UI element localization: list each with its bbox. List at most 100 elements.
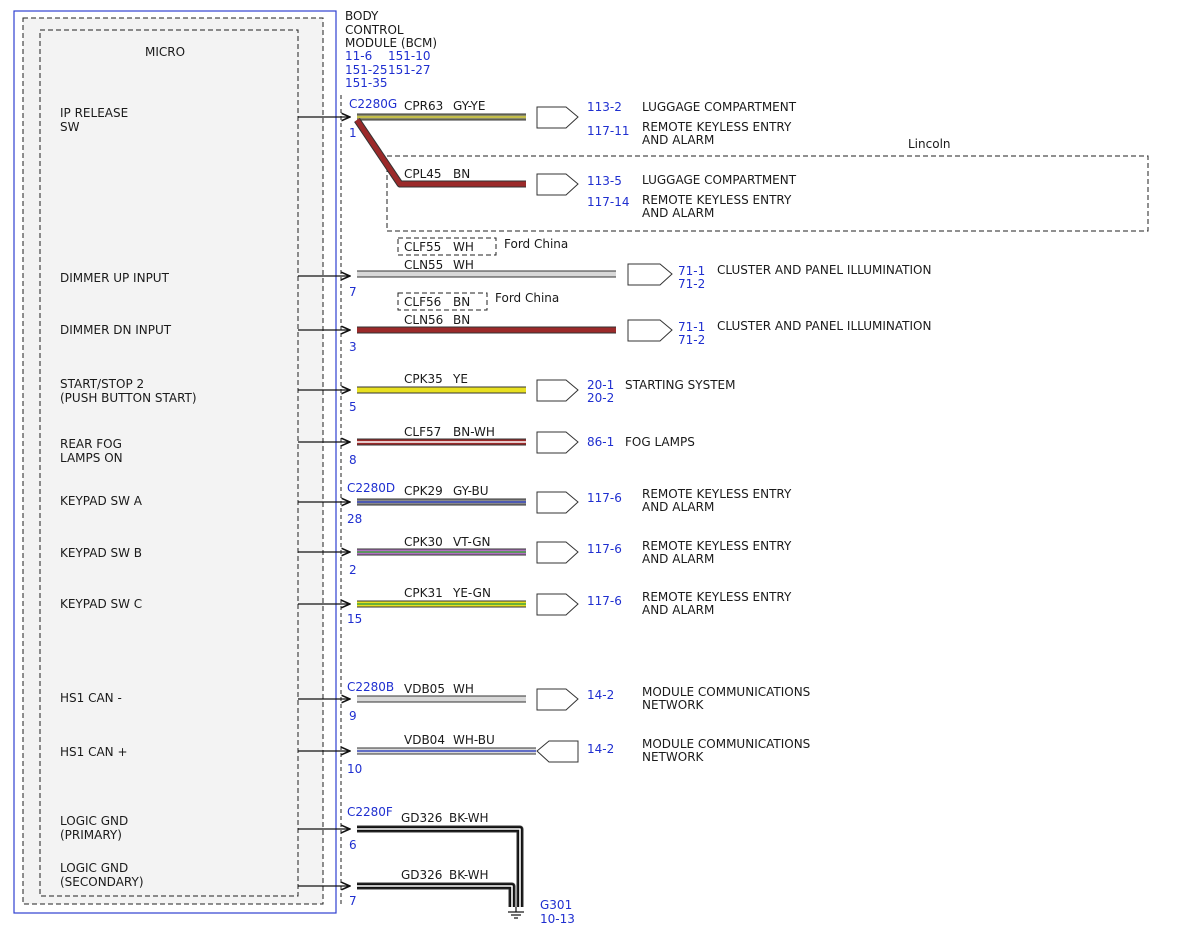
input-label: LAMPS ON [60, 451, 123, 465]
pin-number: 8 [349, 453, 357, 467]
destination-ref[interactable]: 117-11 [587, 124, 630, 138]
input-label: HS1 CAN + [60, 745, 128, 759]
input-label: LOGIC GND [60, 814, 128, 828]
input-label: (SECONDARY) [60, 875, 144, 889]
destination-label: AND ALARM [642, 133, 714, 147]
pin-number: 9 [349, 709, 357, 723]
module-title-line-1: BODY [345, 9, 379, 23]
destination-ref[interactable]: 71-2 [678, 277, 705, 291]
destination-ref[interactable]: 71-1 [678, 320, 705, 334]
module-ref[interactable]: 151-27 [388, 63, 431, 77]
destination-label: CLUSTER AND PANEL ILLUMINATION [717, 319, 931, 333]
destination-label: LUGGAGE COMPARTMENT [642, 173, 797, 187]
out-arrow-shape [627, 263, 673, 286]
circuit-id: CLN56 [404, 313, 443, 327]
module-ref[interactable]: 151-35 [345, 76, 388, 90]
destination-ref[interactable]: 117-14 [587, 195, 630, 209]
input-label: DIMMER DN INPUT [60, 323, 172, 337]
destination-label: MODULE COMMUNICATIONS [642, 685, 810, 699]
destination-label: NETWORK [642, 698, 705, 712]
circuit-color: BK-WH [449, 811, 489, 825]
circuit-color: YE [452, 372, 468, 386]
circuit-id: CPK31 [404, 586, 443, 600]
variant-note: Lincoln [908, 137, 951, 151]
circuit-id: VDB04 [404, 733, 445, 747]
out-arrow-shape [536, 431, 579, 454]
circuit-id: CPL45 [404, 167, 442, 181]
circuit-color: BK-WH [449, 868, 489, 882]
circuit-color: BN [453, 167, 470, 181]
input-label: SW [60, 120, 80, 134]
destination-label: AND ALARM [642, 500, 714, 514]
pin-number: 28 [347, 512, 362, 526]
destination-ref[interactable]: 117-6 [587, 491, 622, 505]
alternate-circuit-id: CLF56 [404, 295, 441, 309]
connector-label[interactable]: C2280B [347, 680, 394, 694]
input-label: START/STOP 2 [60, 377, 144, 391]
circuit-id: CPR63 [404, 99, 443, 113]
module-title-line-3: MODULE (BCM) [345, 36, 437, 50]
destination-ref[interactable]: 113-2 [587, 100, 622, 114]
alternate-note: Ford China [504, 237, 568, 251]
destination-label: CLUSTER AND PANEL ILLUMINATION [717, 263, 931, 277]
destination-ref[interactable]: 117-6 [587, 542, 622, 556]
input-label: LOGIC GND [60, 861, 128, 875]
in-arrow-shape [536, 740, 579, 763]
pin-number: 7 [349, 894, 357, 908]
destination-ref[interactable]: 71-2 [678, 333, 705, 347]
destination-ref[interactable]: 20-2 [587, 391, 614, 405]
destination-ref[interactable]: 14-2 [587, 742, 614, 756]
destination-label: AND ALARM [642, 603, 714, 617]
out-arrow-shape [536, 379, 579, 402]
input-label: (PRIMARY) [60, 828, 122, 842]
circuit-color: BN-WH [453, 425, 495, 439]
connector-label[interactable]: C2280F [347, 805, 393, 819]
connector-label[interactable]: C2280G [349, 97, 397, 111]
out-arrow-shape [627, 319, 673, 342]
circuit-color: WH [453, 682, 474, 696]
module-ref[interactable]: 11-6 [345, 49, 372, 63]
micro-label: MICRO [145, 45, 185, 59]
alternate-circuit-color: BN [453, 295, 470, 309]
alternate-circuit-id: CLF55 [404, 240, 441, 254]
ground-icon [508, 907, 524, 919]
out-arrow-shape [536, 491, 579, 514]
input-label: IP RELEASE [60, 106, 128, 120]
out-arrow-shape [536, 173, 579, 196]
module-ref[interactable]: 151-10 [388, 49, 431, 63]
circuit-color: VT-GN [453, 535, 490, 549]
out-arrow-shape [536, 106, 579, 129]
connector-label[interactable]: C2280D [347, 481, 395, 495]
pin-number: 3 [349, 340, 357, 354]
destination-ref[interactable]: 71-1 [678, 264, 705, 278]
input-label: (PUSH BUTTON START) [60, 391, 197, 405]
circuit-id: CLN55 [404, 258, 443, 272]
destination-label: AND ALARM [642, 206, 714, 220]
destination-ref[interactable]: 86-1 [587, 435, 614, 449]
destination-ref[interactable]: 113-5 [587, 174, 622, 188]
pin-number: 5 [349, 400, 357, 414]
wire-outline [357, 882, 516, 907]
pin-number: 2 [349, 563, 357, 577]
circuit-color: WH [453, 258, 474, 272]
ground-ref[interactable]: 10-13 [540, 912, 575, 926]
circuit-id: VDB05 [404, 682, 445, 696]
wiring-diagram: MICRO BODY CONTROL MODULE (BCM) 11-6 151… [13, 9, 1149, 926]
ground-id[interactable]: G301 [540, 898, 572, 912]
circuit-id: GD326 [401, 811, 442, 825]
circuit-id: CPK30 [404, 535, 443, 549]
destination-label: AND ALARM [642, 552, 714, 566]
destination-label: REMOTE KEYLESS ENTRY [642, 487, 792, 501]
pin-number: 7 [349, 285, 357, 299]
destination-ref[interactable]: 14-2 [587, 688, 614, 702]
destination-ref[interactable]: 20-1 [587, 378, 614, 392]
destination-label: REMOTE KEYLESS ENTRY [642, 193, 792, 207]
out-arrow-shape [536, 593, 579, 616]
input-label: DIMMER UP INPUT [60, 271, 170, 285]
pin-number: 6 [349, 838, 357, 852]
input-label: REAR FOG [60, 437, 122, 451]
module-ref[interactable]: 151-25 [345, 63, 388, 77]
destination-ref[interactable]: 117-6 [587, 594, 622, 608]
circuit-id: CPK29 [404, 484, 443, 498]
circuit-color: GY-YE [453, 99, 485, 113]
